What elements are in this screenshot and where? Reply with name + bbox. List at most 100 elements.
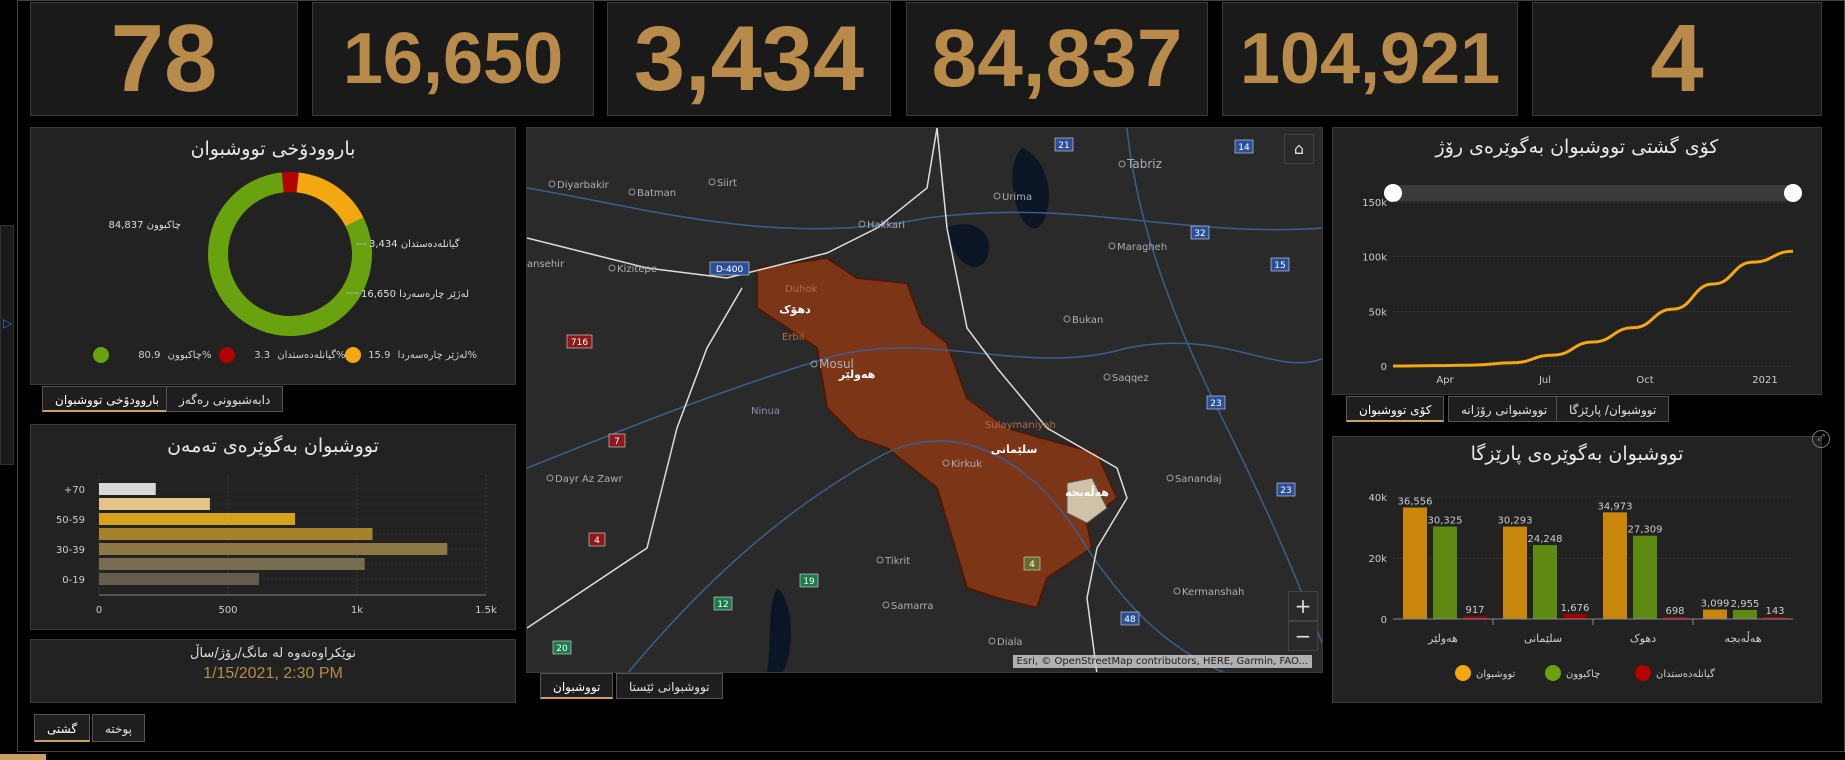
road-4: [1126, 128, 1322, 645]
city-marker: [876, 556, 884, 564]
road-shield-label: 15: [1274, 261, 1285, 271]
age-xtick: 1k: [351, 605, 363, 616]
prov-bar-label: 30,293: [1498, 516, 1533, 527]
legend-deaths-name: گیانلەدەستدان: [277, 350, 337, 361]
lake-urmia: [1012, 148, 1050, 229]
map-zoom-out-button[interactable]: −: [1288, 621, 1318, 651]
cumulative-line[interactable]: [1392, 249, 1794, 368]
tab-gender[interactable]: دابەشبوونی رەگەز: [166, 386, 284, 412]
region-kurdistan: [756, 256, 1119, 610]
city-label: Tabriz: [1126, 157, 1162, 171]
road-shield-label: 4: [1029, 560, 1035, 570]
city-label: Sulaymaniyah: [985, 420, 1056, 431]
age-bar[interactable]: [99, 498, 210, 510]
prov-ytick: 20k: [1368, 554, 1387, 565]
prov-bar[interactable]: [1603, 512, 1627, 619]
cumulative-panel: کۆی گشتی تووشبوان بەگوێرەی رۆژ 150k 100k 5…: [1332, 127, 1822, 395]
city-label: Erbil: [782, 332, 804, 343]
map-canvas[interactable]: Tabriz Diyarbakir Batman Siirt Hakkari Urima M…: [527, 128, 1323, 673]
kpi-box: 16,650: [312, 2, 594, 116]
sidebar-collapse-handle[interactable]: ▷: [0, 225, 14, 465]
kpi-value: 16,650: [342, 19, 564, 99]
tab-week[interactable]: پوختە: [92, 714, 146, 742]
age-category-label: 30-39: [56, 545, 85, 556]
tab-total[interactable]: کۆی تووشبوان: [1346, 396, 1445, 422]
road-shield-label: 14: [1238, 143, 1250, 153]
prov-bar[interactable]: [1633, 535, 1657, 619]
time-slider-track[interactable]: [1393, 185, 1793, 201]
age-bar[interactable]: [99, 483, 156, 495]
city-marker: [882, 601, 890, 609]
city-label: Maragheh: [1117, 242, 1167, 253]
donut-slice-deaths[interactable]: [281, 172, 299, 193]
prov-bar[interactable]: [1533, 545, 1557, 619]
prov-bar[interactable]: [1433, 526, 1457, 619]
prov-bar[interactable]: [1403, 507, 1427, 619]
region-label: هەڵەبجە: [1065, 485, 1109, 499]
donut-legend: چاکبوون 80.9% گیانلەدەستدان 3.3% لەژێر چ…: [31, 347, 515, 367]
prov-legend-dot: [1455, 665, 1471, 681]
donut-label-recovered: 84,837 چاکبوون: [108, 220, 181, 231]
tab-province[interactable]: تووشبوان/ پارێزگا: [1556, 396, 1670, 422]
age-bar-chart: 0 500 1k 1.5k +70 50-59 30-39 0-19: [56, 475, 497, 616]
time-slider-end-handle[interactable]: [1784, 184, 1802, 202]
tab-general[interactable]: گشتی: [34, 714, 91, 742]
age-category-label: +70: [64, 485, 85, 496]
kpi-box: 4: [1532, 2, 1822, 116]
city-label: Kermanshah: [1182, 587, 1244, 598]
map-panel[interactable]: Tabriz Diyarbakir Batman Siirt Hakkari Urima M…: [526, 127, 1323, 673]
legend-dot-deaths: [219, 347, 235, 363]
prov-bar[interactable]: [1703, 609, 1727, 619]
age-bar[interactable]: [99, 558, 365, 570]
city-label: Hakkari: [867, 220, 905, 231]
prov-ytick: 40k: [1368, 493, 1387, 504]
city-marker: [858, 220, 866, 228]
prov-bar-label: 27,309: [1628, 525, 1663, 536]
border-syria: [527, 287, 743, 629]
kpi-box: 104,921: [1222, 2, 1518, 116]
city-label: Ninua: [751, 406, 780, 417]
map-attribution: Esri, © OpenStreetMap contributors, HERE…: [1012, 655, 1312, 668]
prov-bar[interactable]: [1503, 526, 1527, 619]
legend-recovered-name: چاکبوون: [167, 350, 202, 361]
age-bar[interactable]: [99, 528, 373, 540]
map-zoom-in-button[interactable]: +: [1288, 591, 1318, 621]
map-home-button[interactable]: ⌂: [1284, 134, 1314, 164]
road-shield-label: 23: [1210, 399, 1221, 409]
kpi-value: 78: [110, 5, 218, 112]
status-panel: باروودۆخی تووشبوان 84,837 چاکبوون 3,434 …: [30, 127, 516, 385]
tab-daily[interactable]: تووشبوانی رۆژانە: [1448, 396, 1561, 422]
road-shield-label: 716: [571, 338, 588, 348]
legend-deaths: گیانلەدەستدان 3.3%: [219, 347, 346, 363]
updated-label: نوێکراوەتەوە لە مانگ/رۆژ/ساڵ: [190, 646, 356, 661]
road-shield-label: 12: [717, 600, 728, 610]
tab-map-cases[interactable]: تووشبوان: [540, 673, 614, 699]
age-bar[interactable]: [99, 513, 296, 525]
road-shield-label: 48: [1124, 615, 1136, 625]
prov-bar[interactable]: [1733, 609, 1757, 619]
city-marker: [608, 264, 616, 272]
tab-map-now[interactable]: تووشبوانی ئێستا: [616, 673, 723, 699]
donut-slice-active[interactable]: [296, 172, 364, 227]
prov-bar[interactable]: [1563, 613, 1587, 619]
kpi-value: 104,921: [1239, 19, 1501, 99]
prov-bar-label: 917: [1465, 605, 1484, 616]
line-ytick: 0: [1381, 362, 1387, 373]
age-category-label: 50-59: [56, 515, 85, 526]
city-label: Kizitepe: [617, 264, 657, 275]
age-bar[interactable]: [99, 543, 448, 555]
age-bar[interactable]: [99, 573, 259, 585]
city-label: Dayr Az Zawr: [555, 474, 623, 485]
city-marker: [548, 180, 556, 188]
prov-category: دهوک: [1630, 632, 1656, 645]
prov-bar-label: 2,955: [1731, 599, 1760, 610]
city-label: ansehir: [527, 259, 565, 270]
legend-dot-active: [345, 347, 361, 363]
legend-active: لەژێر چارەسەردا 15.9%: [345, 347, 477, 363]
expand-icon[interactable]: ⤢: [1812, 430, 1830, 448]
tab-status[interactable]: باروودۆخی تووشبوان: [42, 386, 173, 412]
prov-category: سلێمانی: [1524, 632, 1562, 645]
kpi-value: 3,434: [633, 7, 865, 110]
prov-legend-label: گیانلەدەستدان: [1656, 668, 1715, 680]
city-label: Batman: [637, 188, 676, 199]
